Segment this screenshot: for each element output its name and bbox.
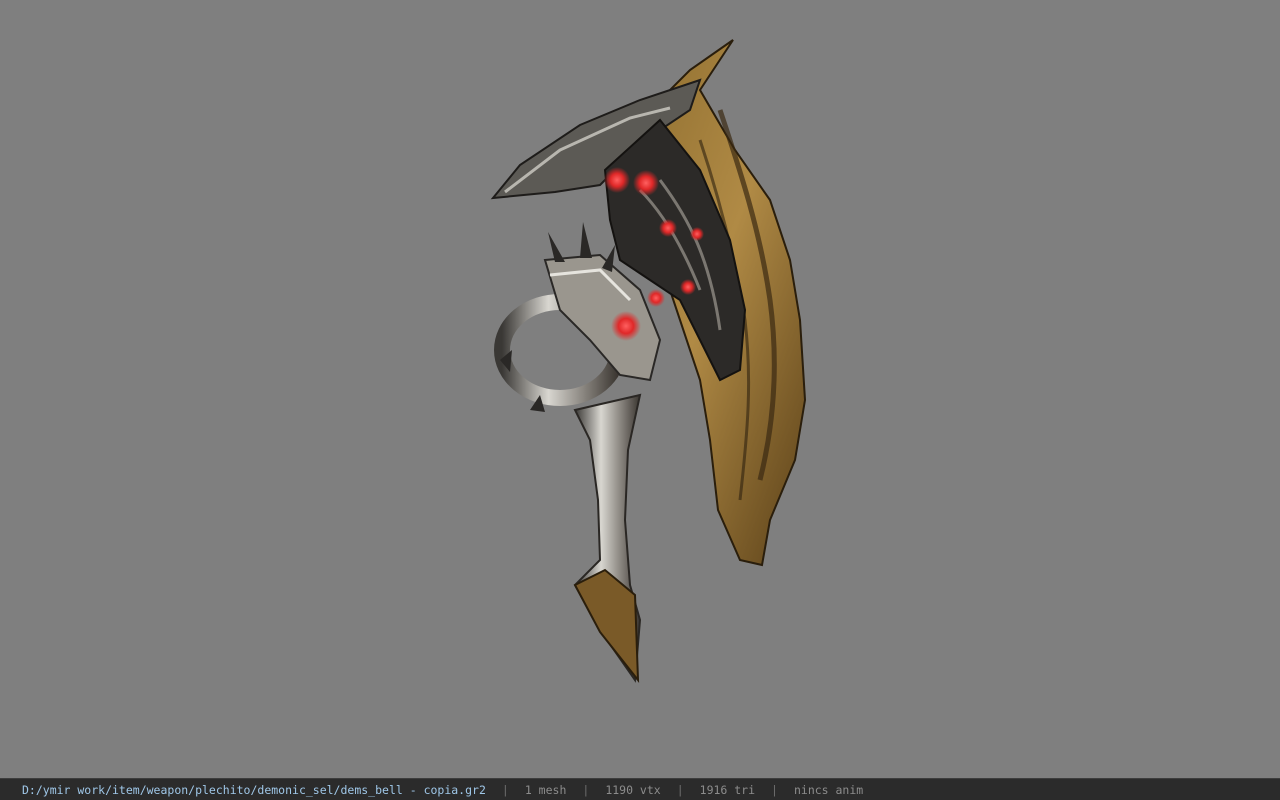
animation-status: nincs anim xyxy=(793,782,864,797)
glow-eye xyxy=(659,219,677,237)
separator: | xyxy=(676,782,684,797)
glow-eye xyxy=(690,227,704,241)
separator: | xyxy=(582,782,590,797)
separator: | xyxy=(771,782,778,797)
file-path: D:/ymir work/item/weapon/plechito/demoni… xyxy=(22,782,486,797)
vertex-count: 1190 vtx xyxy=(605,782,661,797)
weapon-model-render[interactable] xyxy=(0,0,1280,778)
glow-eye xyxy=(647,289,665,307)
3d-viewport[interactable] xyxy=(0,0,1280,778)
glow-eye xyxy=(633,170,659,196)
mesh-count: 1 mesh xyxy=(524,782,567,797)
triangle-count: 1916 tri xyxy=(699,782,756,797)
glow-eye xyxy=(611,311,641,341)
status-bar: D:/ymir work/item/weapon/plechito/demoni… xyxy=(0,778,1280,800)
glow-eye xyxy=(604,167,630,193)
separator: | xyxy=(501,782,509,797)
glow-eye xyxy=(680,279,696,295)
